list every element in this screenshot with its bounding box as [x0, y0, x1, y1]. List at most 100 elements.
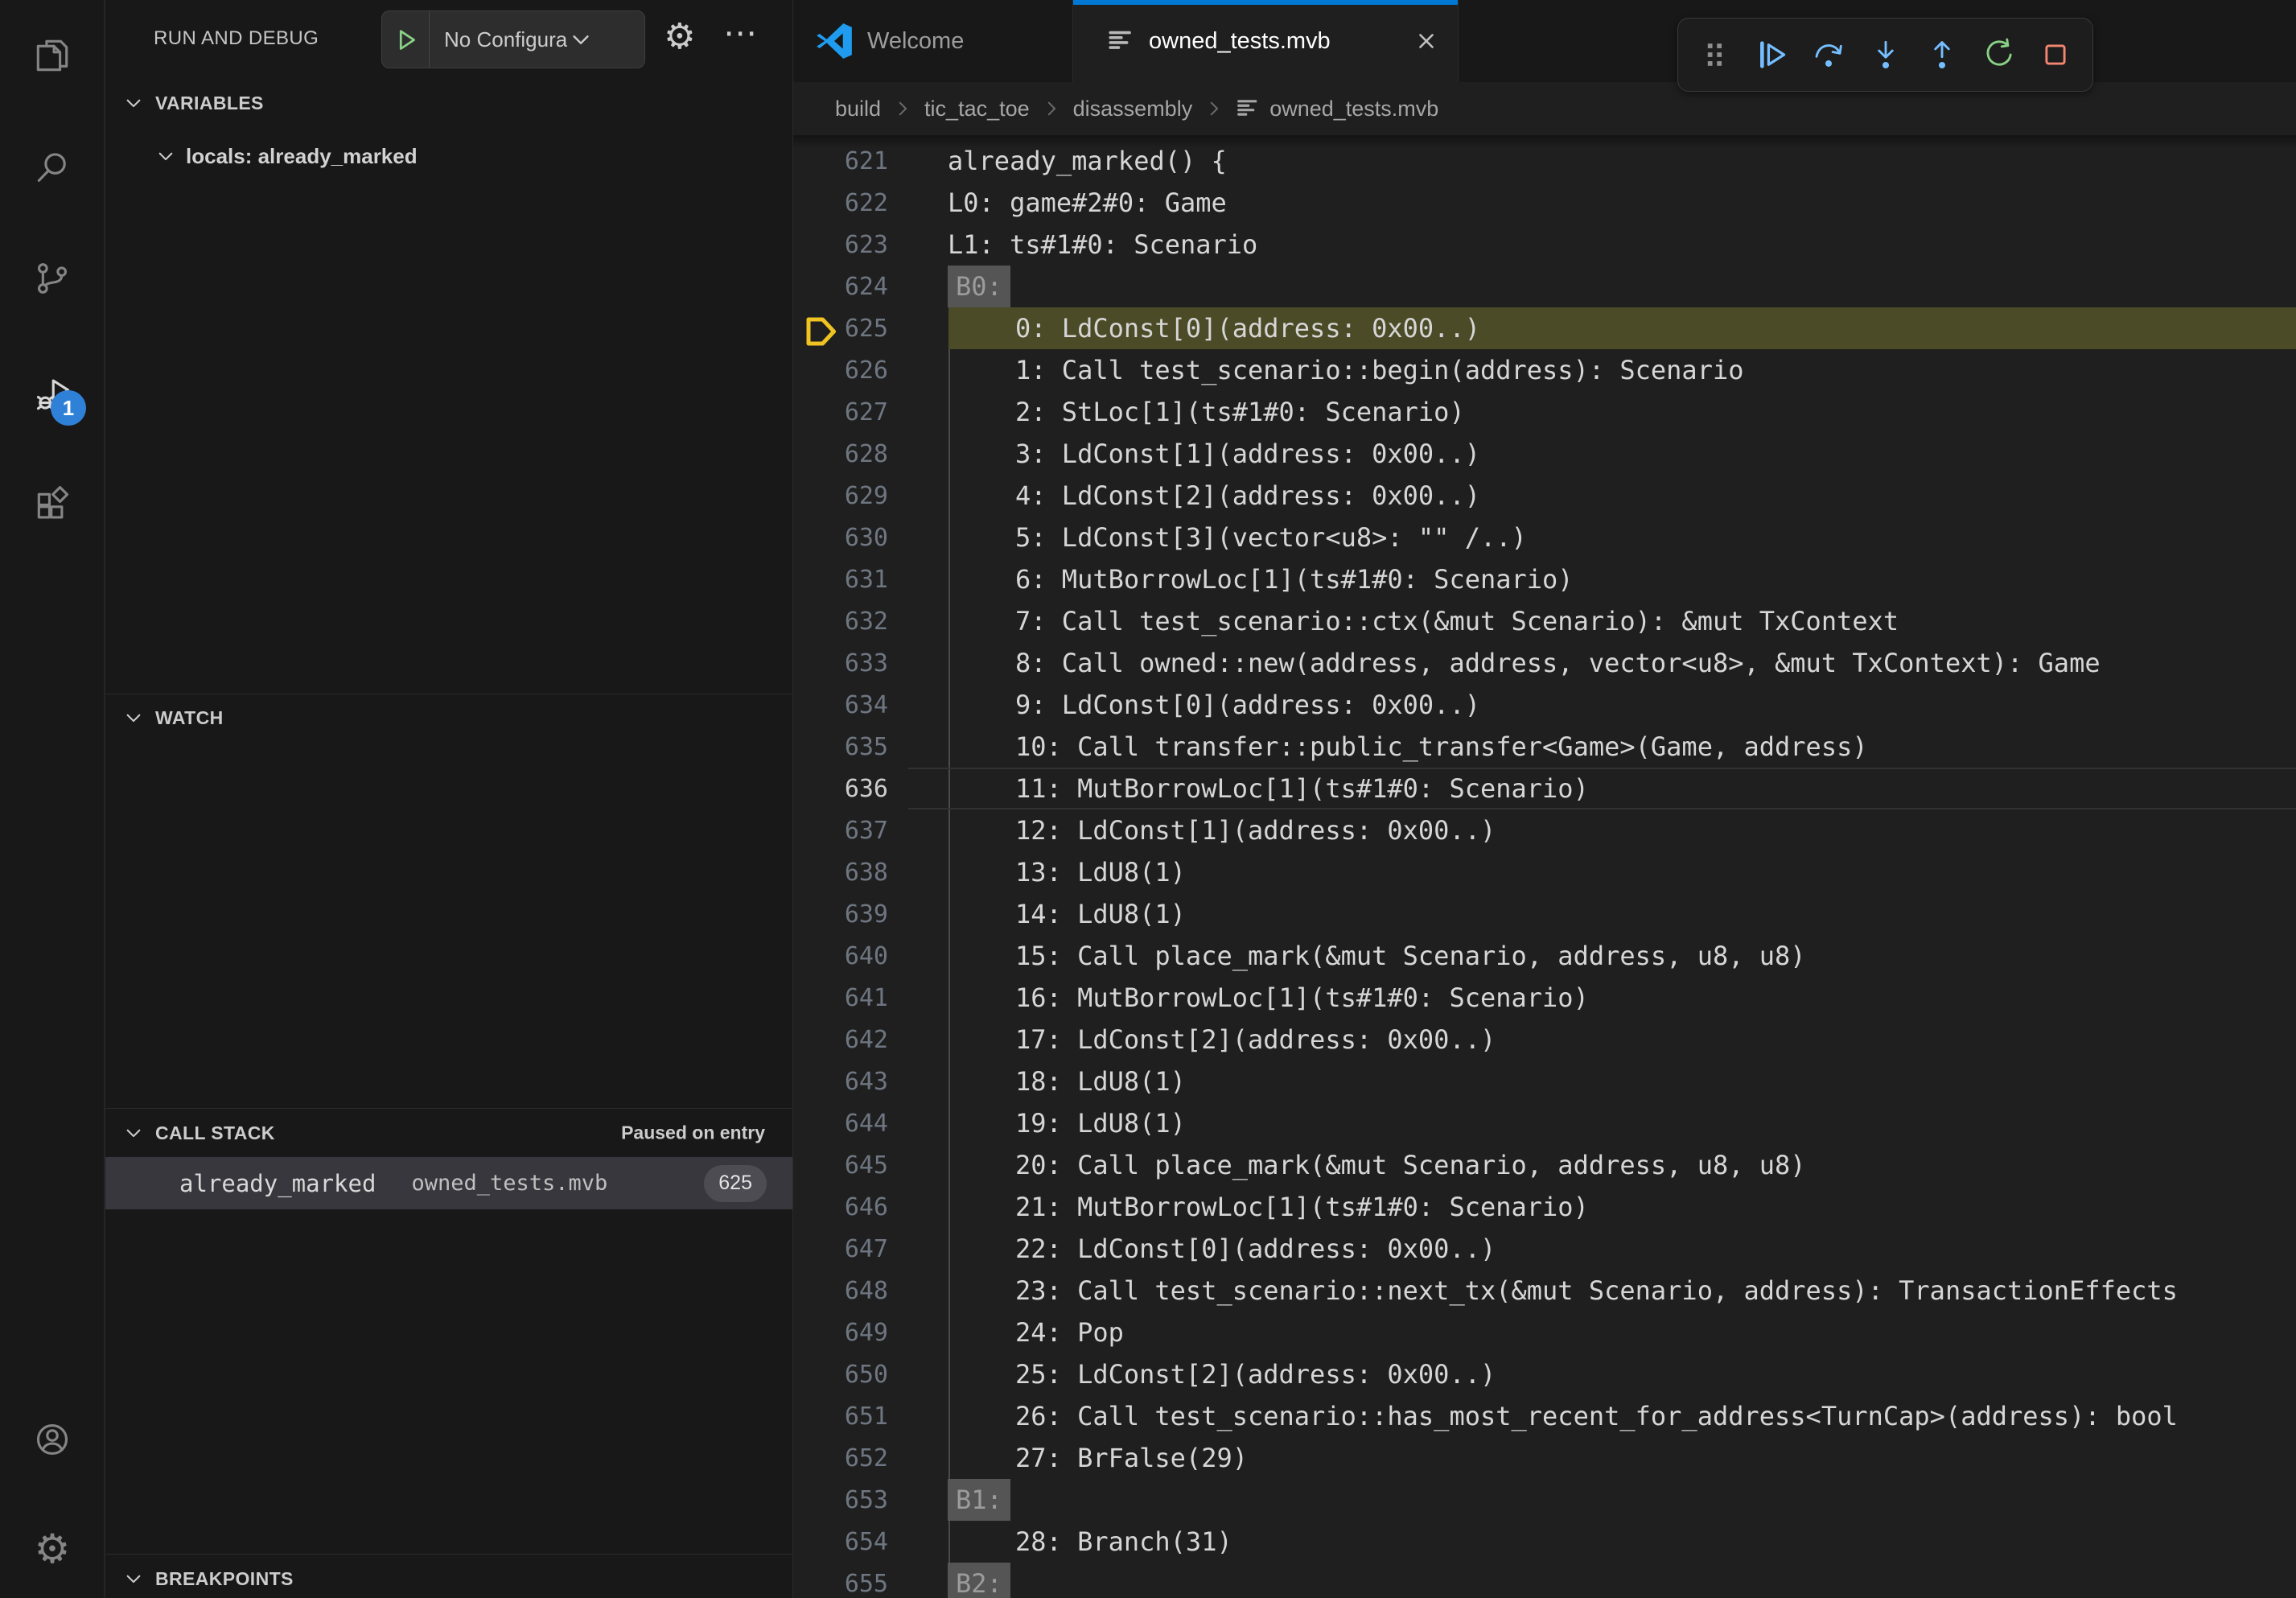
variables-scope-locals[interactable]: locals: already_marked — [105, 135, 792, 177]
code-line[interactable]: 622L0: game#2#0: Game — [793, 182, 2296, 224]
activity-bar-item-source-control[interactable] — [30, 256, 75, 301]
line-number[interactable]: 653 — [793, 1486, 888, 1514]
code-line[interactable]: 65428: Branch(31) — [793, 1521, 2296, 1563]
activity-bar-item-settings[interactable]: ⚙ — [30, 1526, 75, 1571]
line-number[interactable]: 631 — [793, 566, 888, 594]
code-line[interactable]: 63611: MutBorrowLoc[1](ts#1#0: Scenario) — [793, 768, 2296, 809]
line-number[interactable]: 638 — [793, 859, 888, 887]
code-line[interactable]: 65227: BrFalse(29) — [793, 1437, 2296, 1479]
code-line[interactable]: 6294: LdConst[2](address: 0x00..) — [793, 475, 2296, 517]
code-line[interactable]: 64621: MutBorrowLoc[1](ts#1#0: Scenario) — [793, 1186, 2296, 1228]
code-editor[interactable]: 621already_marked() {622L0: game#2#0: Ga… — [793, 140, 2296, 1598]
code-line[interactable]: 6327: Call test_scenario::ctx(&mut Scena… — [793, 600, 2296, 642]
more-actions-icon[interactable]: ⋯ — [723, 16, 757, 50]
code-line[interactable]: 6349: LdConst[0](address: 0x00..) — [793, 684, 2296, 726]
line-number[interactable]: 645 — [793, 1151, 888, 1180]
tab-owned-tests-mvb[interactable]: owned_tests.mvb — [1073, 0, 1459, 82]
line-number[interactable]: 621 — [793, 147, 888, 175]
close-tab-icon[interactable] — [1414, 29, 1438, 53]
code-line[interactable]: 64015: Call place_mark(&mut Scenario, ad… — [793, 935, 2296, 977]
line-number[interactable]: 624 — [793, 273, 888, 301]
line-number[interactable]: 654 — [793, 1528, 888, 1556]
line-number[interactable]: 626 — [793, 356, 888, 385]
activity-bar-item-run-and-debug[interactable]: 1 — [30, 373, 75, 418]
line-number[interactable]: 627 — [793, 398, 888, 426]
line-number[interactable]: 633 — [793, 649, 888, 678]
step-over-button[interactable] — [1804, 31, 1853, 79]
code-line[interactable]: 655B2: — [793, 1563, 2296, 1598]
code-line[interactable]: 6261: Call test_scenario::begin(address)… — [793, 349, 2296, 391]
continue-button[interactable] — [1748, 31, 1796, 79]
restart-button[interactable] — [1975, 31, 2023, 79]
line-number[interactable]: 647 — [793, 1235, 888, 1263]
activity-bar-item-extensions[interactable] — [30, 481, 75, 526]
line-number[interactable]: 648 — [793, 1277, 888, 1305]
activity-bar-item-account[interactable] — [30, 1417, 75, 1462]
code-line[interactable]: 65126: Call test_scenario::has_most_rece… — [793, 1395, 2296, 1437]
step-into-button[interactable] — [1862, 31, 1910, 79]
code-line[interactable]: 6338: Call owned::new(address, address, … — [793, 642, 2296, 684]
code-line[interactable]: 621already_marked() { — [793, 140, 2296, 182]
breadcrumb-item[interactable]: disassembly — [1073, 97, 1193, 121]
code-line[interactable]: 64318: LdU8(1) — [793, 1061, 2296, 1102]
breadcrumb-item[interactable]: tic_tac_toe — [924, 97, 1030, 121]
line-number[interactable]: 651 — [793, 1402, 888, 1431]
line-number[interactable]: 622 — [793, 189, 888, 217]
line-number[interactable]: 646 — [793, 1193, 888, 1221]
step-out-button[interactable] — [1918, 31, 1966, 79]
code-line[interactable]: 64217: LdConst[2](address: 0x00..) — [793, 1019, 2296, 1061]
drag-handle-button[interactable] — [1691, 31, 1739, 79]
line-number[interactable]: 643 — [793, 1068, 888, 1096]
activity-bar-item-search[interactable] — [30, 146, 75, 191]
tab-welcome[interactable]: Welcome — [793, 0, 1073, 82]
code-line[interactable]: 653B1: — [793, 1479, 2296, 1521]
code-line[interactable]: 623L1: ts#1#0: Scenario — [793, 224, 2296, 266]
code-line[interactable]: 63813: LdU8(1) — [793, 851, 2296, 893]
line-number[interactable]: 642 — [793, 1026, 888, 1054]
line-number[interactable]: 623 — [793, 231, 888, 259]
code-line[interactable]: 6272: StLoc[1](ts#1#0: Scenario) — [793, 391, 2296, 433]
breadcrumb-item[interactable]: owned_tests.mvb — [1269, 97, 1438, 121]
debug-config-dropdown[interactable]: No Configura — [381, 10, 645, 68]
breadcrumb-item[interactable]: build — [835, 97, 881, 121]
line-number[interactable]: 630 — [793, 524, 888, 552]
line-number[interactable]: 625 — [793, 315, 888, 343]
code-line[interactable]: 64520: Call place_mark(&mut Scenario, ad… — [793, 1144, 2296, 1186]
line-number[interactable]: 637 — [793, 817, 888, 845]
line-number[interactable]: 655 — [793, 1570, 888, 1598]
code-line[interactable]: 6250: LdConst[0](address: 0x00..) — [793, 307, 2296, 349]
line-number[interactable]: 644 — [793, 1110, 888, 1138]
code-line[interactable]: 65025: LdConst[2](address: 0x00..) — [793, 1353, 2296, 1395]
line-number[interactable]: 632 — [793, 607, 888, 636]
section-header-breakpoints[interactable]: BREAKPOINTS — [105, 1559, 792, 1598]
activity-bar-item-explorer[interactable] — [30, 33, 75, 78]
code-line[interactable]: 64722: LdConst[0](address: 0x00..) — [793, 1228, 2296, 1270]
code-line[interactable]: 6316: MutBorrowLoc[1](ts#1#0: Scenario) — [793, 558, 2296, 600]
code-line[interactable]: 6305: LdConst[3](vector<u8>: "" /..) — [793, 517, 2296, 558]
section-header-variables[interactable]: VARIABLES — [105, 84, 792, 122]
code-line[interactable]: 63510: Call transfer::public_transfer<Ga… — [793, 726, 2296, 768]
code-line[interactable]: 64924: Pop — [793, 1312, 2296, 1353]
line-number[interactable]: 634 — [793, 691, 888, 719]
line-number[interactable]: 652 — [793, 1444, 888, 1472]
code-line[interactable]: 63914: LdU8(1) — [793, 893, 2296, 935]
line-number[interactable]: 640 — [793, 942, 888, 970]
call-stack-frame[interactable]: already_markedowned_tests.mvb625 — [105, 1157, 792, 1209]
line-number[interactable]: 650 — [793, 1361, 888, 1389]
gear-icon[interactable]: ⚙ — [664, 19, 695, 55]
stop-button[interactable] — [2031, 31, 2080, 79]
line-number[interactable]: 639 — [793, 900, 888, 929]
debug-toolbar[interactable] — [1677, 18, 2093, 92]
line-number[interactable]: 636 — [793, 775, 888, 803]
line-number[interactable]: 649 — [793, 1319, 888, 1347]
code-line[interactable]: 64823: Call test_scenario::next_tx(&mut … — [793, 1270, 2296, 1312]
section-header-call-stack[interactable]: CALL STACK Paused on entry — [105, 1114, 792, 1152]
code-line[interactable]: 6283: LdConst[1](address: 0x00..) — [793, 433, 2296, 475]
code-line[interactable]: 64116: MutBorrowLoc[1](ts#1#0: Scenario) — [793, 977, 2296, 1019]
code-line[interactable]: 63712: LdConst[1](address: 0x00..) — [793, 809, 2296, 851]
line-number[interactable]: 628 — [793, 440, 888, 468]
line-number[interactable]: 635 — [793, 733, 888, 761]
code-line[interactable]: 624B0: — [793, 266, 2296, 307]
code-line[interactable]: 64419: LdU8(1) — [793, 1102, 2296, 1144]
start-debug-button[interactable] — [382, 11, 429, 68]
